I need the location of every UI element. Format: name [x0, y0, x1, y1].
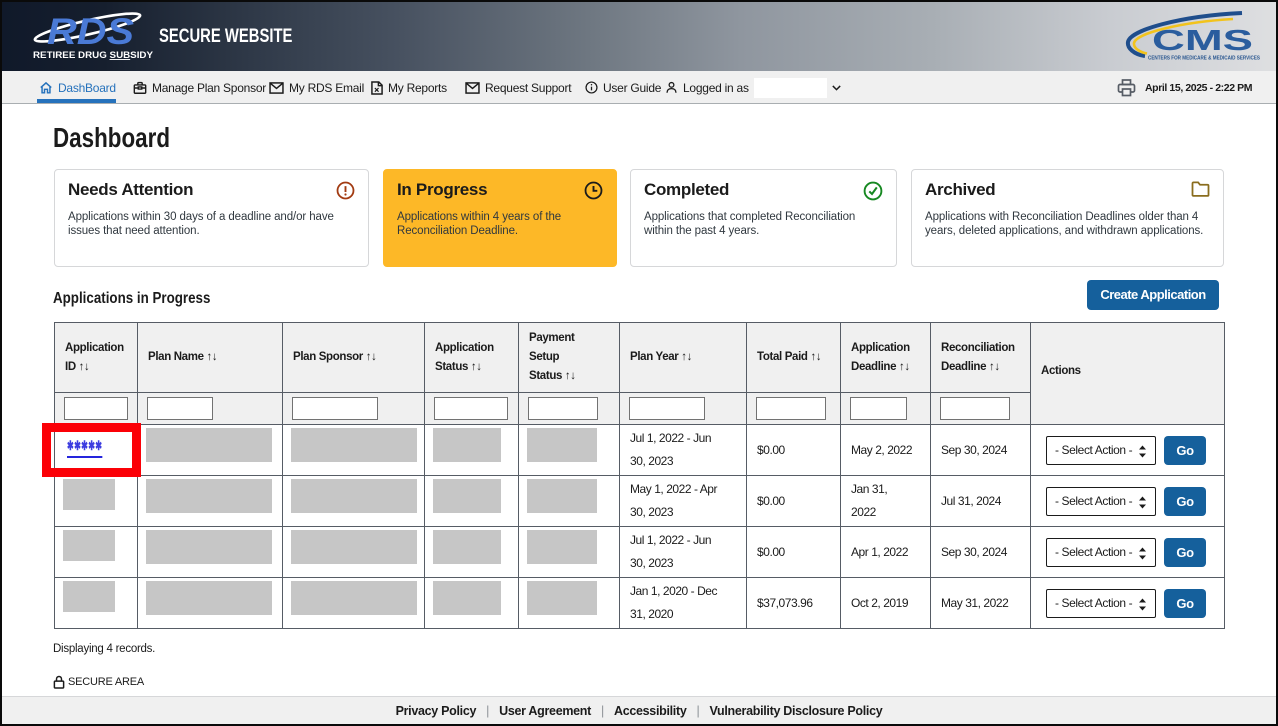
svg-text:RETIREE DRUG SUBSIDY: RETIREE DRUG SUBSIDY: [33, 50, 154, 61]
svg-text:CMS: CMS: [1152, 25, 1253, 57]
svg-text:RDS: RDS: [47, 11, 134, 52]
svg-text:CENTERS FOR MEDICARE & MEDICAI: CENTERS FOR MEDICARE & MEDICAID SERVICES: [1148, 56, 1260, 62]
